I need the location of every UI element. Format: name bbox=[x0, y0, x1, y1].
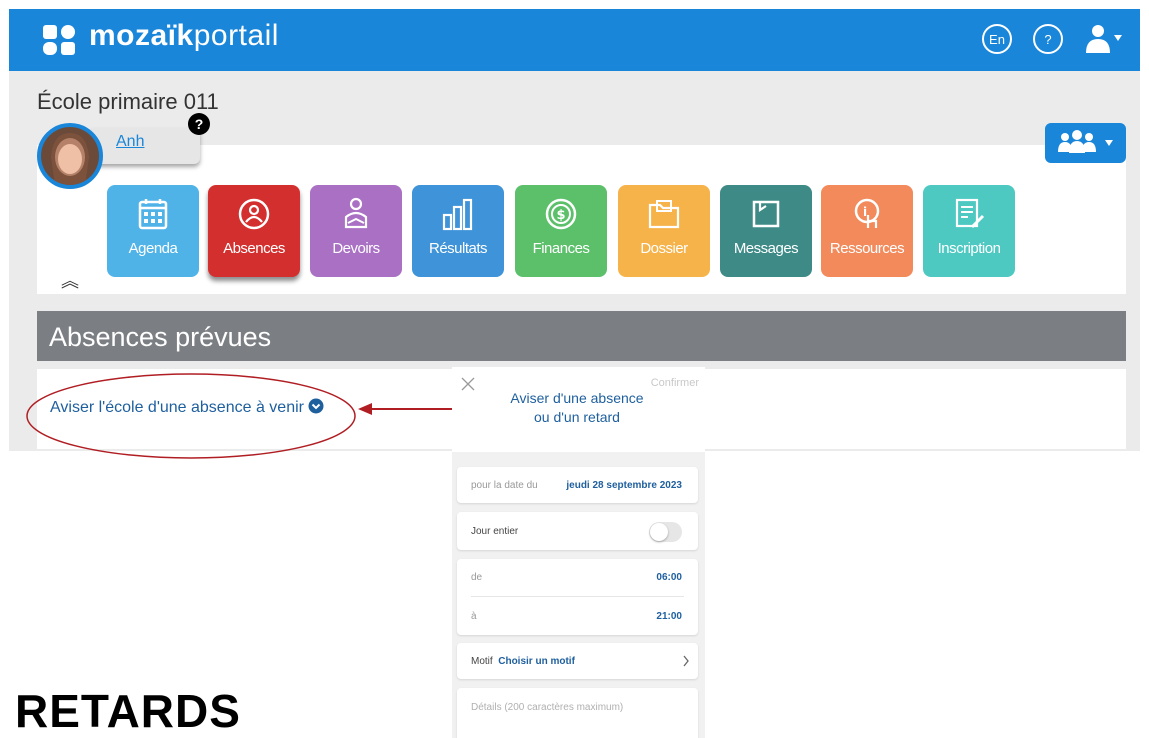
modal-title: Aviser d'une absence ou d'un retard bbox=[510, 390, 644, 425]
brand-light: portail bbox=[193, 19, 279, 52]
modal-header: Confirmer Aviser d'une absence ou d'un r… bbox=[452, 367, 705, 452]
section-header: Absences prévues bbox=[37, 311, 1126, 361]
help-button[interactable]: ? bbox=[1033, 24, 1063, 54]
tile-inscription[interactable]: Inscription bbox=[923, 185, 1015, 277]
retards-heading: RETARDS bbox=[15, 685, 241, 737]
annotation-arrow-icon bbox=[358, 403, 458, 415]
reason-label: Motif Choisir un motif bbox=[471, 656, 575, 667]
date-value: jeudi 28 septembre 2023 bbox=[566, 480, 682, 491]
full-day-label: Jour entier bbox=[471, 526, 519, 537]
brand-logo-text[interactable]: mozaïkportail bbox=[89, 19, 279, 53]
tile-ressources[interactable]: i Ressources bbox=[821, 185, 913, 277]
help-badge[interactable]: ? bbox=[188, 113, 210, 135]
absence-person-icon bbox=[238, 198, 270, 230]
student-name-tag: Anh bbox=[92, 128, 200, 164]
chevron-right-icon bbox=[683, 655, 689, 667]
details-placeholder: Détails (200 caractères maximum) bbox=[471, 702, 624, 713]
tile-absences[interactable]: Absences bbox=[208, 185, 300, 277]
date-row[interactable]: pour la date du jeudi 28 septembre 2023 bbox=[457, 467, 698, 503]
bar-chart-icon bbox=[442, 198, 473, 231]
language-button[interactable]: En bbox=[982, 24, 1012, 54]
folder-icon bbox=[648, 200, 680, 229]
tile-devoirs[interactable]: Devoirs bbox=[310, 185, 402, 277]
avatar[interactable] bbox=[37, 123, 103, 189]
tile-label: Absences bbox=[223, 240, 285, 257]
section-title: Absences prévues bbox=[49, 322, 272, 352]
svg-text:$: $ bbox=[556, 208, 565, 223]
tile-messages[interactable]: Messages bbox=[720, 185, 812, 277]
mozaik-logo-icon bbox=[43, 25, 75, 55]
from-label: de bbox=[471, 572, 483, 583]
details-field[interactable]: Détails (200 caractères maximum) bbox=[457, 688, 698, 738]
svg-text:i: i bbox=[863, 205, 867, 219]
toggle-knob bbox=[650, 523, 668, 541]
reason-label-text: Motif bbox=[471, 656, 493, 667]
tile-label: Finances bbox=[532, 240, 590, 257]
divider bbox=[471, 596, 684, 597]
group-selector-button[interactable] bbox=[1045, 123, 1126, 163]
tile-dossier[interactable]: Dossier bbox=[618, 185, 710, 277]
confirm-button[interactable]: Confirmer bbox=[651, 377, 699, 389]
people-group-icon bbox=[1058, 130, 1113, 153]
collapse-chevron-icon[interactable]: ︽ bbox=[61, 267, 79, 293]
tiles-panel: Agenda Absences Devoirs Résultats $ Fina… bbox=[37, 145, 1126, 294]
date-label: pour la date du bbox=[471, 480, 538, 491]
reason-value: Choisir un motif bbox=[498, 656, 575, 667]
time-range-card: de 06:00 à 21:00 bbox=[457, 559, 698, 635]
tile-resultats[interactable]: Résultats bbox=[412, 185, 504, 277]
absence-modal: Confirmer Aviser d'une absence ou d'un r… bbox=[452, 367, 705, 738]
student-name-link[interactable]: Anh bbox=[116, 133, 144, 151]
homework-reading-icon bbox=[344, 197, 368, 229]
tile-label: Résultats bbox=[428, 240, 488, 257]
tile-label: Agenda bbox=[128, 240, 178, 257]
form-edit-icon bbox=[955, 198, 985, 229]
brand-bold: mozaïk bbox=[89, 19, 194, 52]
top-bar: mozaïkportail En ? bbox=[9, 9, 1140, 71]
reason-row[interactable]: Motif Choisir un motif bbox=[457, 643, 698, 679]
close-icon[interactable] bbox=[461, 377, 475, 391]
user-menu-icon[interactable] bbox=[1084, 23, 1124, 55]
full-day-row: Jour entier bbox=[457, 512, 698, 550]
from-time-value[interactable]: 06:00 bbox=[656, 572, 682, 583]
school-name: École primaire 011 bbox=[37, 89, 219, 114]
full-day-toggle[interactable] bbox=[649, 522, 682, 542]
tile-finances[interactable]: $ Finances bbox=[515, 185, 607, 277]
resource-hand-icon: i bbox=[854, 198, 880, 228]
dollar-coin-icon: $ bbox=[545, 198, 577, 230]
tile-label: Ressources bbox=[829, 240, 905, 257]
to-time-value[interactable]: 21:00 bbox=[656, 611, 682, 622]
message-icon bbox=[752, 200, 780, 228]
tile-label: Dossier bbox=[640, 240, 688, 257]
annotation-ellipse bbox=[26, 373, 356, 459]
tile-agenda[interactable]: Agenda bbox=[107, 185, 199, 277]
student-photo bbox=[41, 127, 99, 185]
to-label: à bbox=[471, 611, 477, 622]
tile-label: Devoirs bbox=[332, 240, 380, 257]
tile-label: Messages bbox=[733, 240, 799, 257]
calendar-icon bbox=[138, 199, 168, 230]
tile-label: Inscription bbox=[937, 240, 1001, 257]
